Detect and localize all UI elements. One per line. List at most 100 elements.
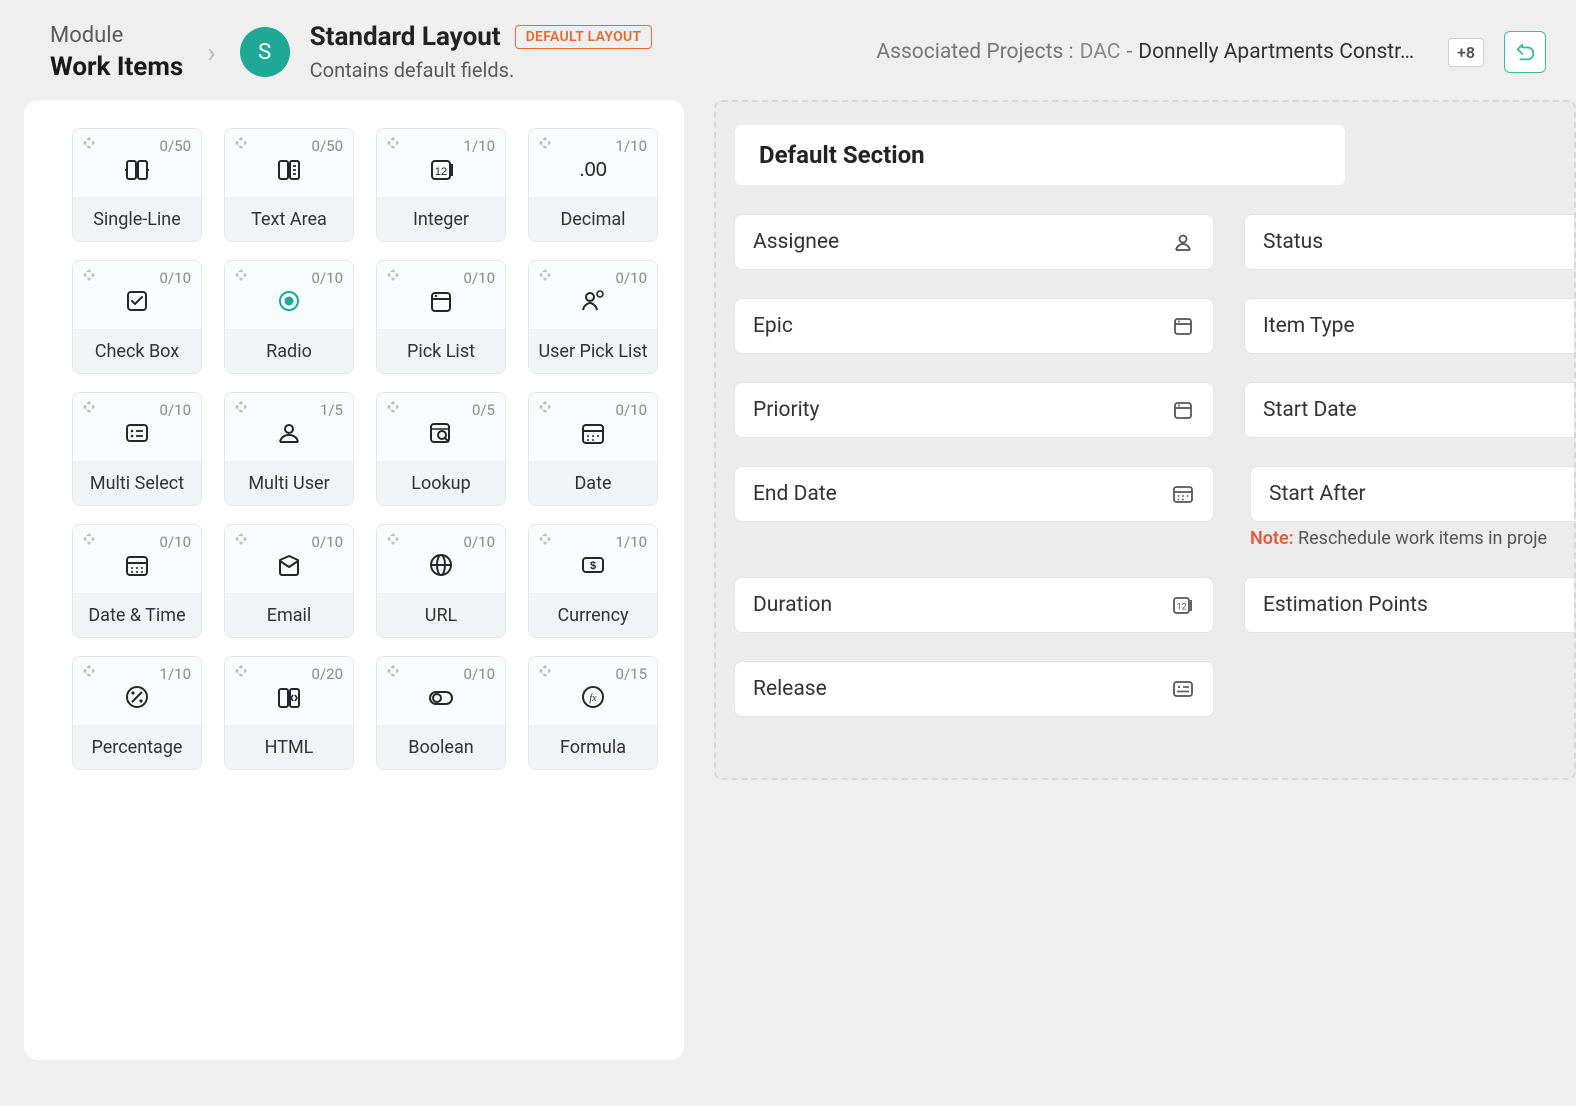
palette-count: 0/10	[312, 533, 343, 551]
field-label: Duration	[753, 593, 832, 617]
decimal-icon	[580, 156, 606, 182]
drag-icon	[233, 135, 249, 151]
palette-decimal[interactable]: 1/10 Decimal	[528, 128, 658, 242]
default-layout-tag: DEFAULT LAYOUT	[515, 25, 653, 49]
avatar-letter: S	[258, 40, 271, 65]
more-projects-badge[interactable]: +8	[1448, 38, 1484, 67]
palette-label: Email	[225, 593, 353, 637]
layout-heading: Standard Layout DEFAULT LAYOUT Contains …	[310, 22, 653, 82]
palette-count: 0/10	[160, 401, 191, 419]
text-area-icon	[276, 156, 302, 182]
palette-count: 1/10	[160, 665, 191, 683]
layout-canvas[interactable]: Default Section Assignee StatusEpic Item…	[714, 100, 1576, 780]
userpick-icon	[580, 288, 606, 314]
palette-radio[interactable]: 0/10 Radio	[224, 260, 354, 374]
palette-count: 0/15	[616, 665, 647, 683]
layout-avatar: S	[240, 27, 290, 77]
palette-label: Text Area	[225, 197, 353, 241]
palette-label: Decimal	[529, 197, 657, 241]
palette-label: Currency	[529, 593, 657, 637]
palette-label: Date	[529, 461, 657, 505]
palette-count: 0/10	[464, 533, 495, 551]
field-duration[interactable]: Duration	[734, 577, 1214, 633]
palette-count: 0/50	[312, 137, 343, 155]
associated-projects[interactable]: Associated Projects : DAC - Donnelly Apa…	[876, 40, 1414, 64]
datetime-icon	[124, 552, 150, 578]
multiuser-icon	[276, 420, 302, 446]
drag-icon	[385, 531, 401, 547]
drag-icon	[233, 663, 249, 679]
field-label: Release	[753, 677, 827, 701]
drag-icon	[81, 663, 97, 679]
drag-icon	[385, 399, 401, 415]
drag-icon	[81, 399, 97, 415]
html-icon	[276, 684, 302, 710]
palette-integer[interactable]: 1/10 Integer	[376, 128, 506, 242]
field-grid: Assignee StatusEpic Item TypePriority St…	[734, 214, 1556, 717]
radio-icon	[276, 288, 302, 314]
field-label: Estimation Points	[1263, 593, 1428, 617]
percent-icon	[124, 684, 150, 710]
email-icon	[276, 552, 302, 578]
field-label: Priority	[753, 398, 819, 422]
field-assignee[interactable]: Assignee	[734, 214, 1214, 270]
field-release[interactable]: Release	[734, 661, 1214, 717]
palette-count: 1/10	[464, 137, 495, 155]
field-note: Note: Reschedule work items in proje	[1250, 528, 1547, 549]
field-estimation-points[interactable]: Estimation Points	[1244, 577, 1576, 633]
palette-user-pick-list[interactable]: 0/10 User Pick List	[528, 260, 658, 374]
palette-count: 0/20	[312, 665, 343, 683]
field-label: Start After	[1269, 482, 1366, 506]
palette-date[interactable]: 0/10 Date	[528, 392, 658, 506]
field-status[interactable]: Status	[1244, 214, 1576, 270]
multiselect-icon	[124, 420, 150, 446]
field-label: Assignee	[753, 230, 839, 254]
palette-html[interactable]: 0/20 HTML	[224, 656, 354, 770]
field-epic[interactable]: Epic	[734, 298, 1214, 354]
field-label: Start Date	[1263, 398, 1357, 422]
palette-label: Date & Time	[73, 593, 201, 637]
palette-currency[interactable]: 1/10 Currency	[528, 524, 658, 638]
card-icon	[1171, 677, 1195, 701]
module-label: Module	[50, 23, 183, 48]
palette-multi-user[interactable]: 1/5 Multi User	[224, 392, 354, 506]
formula-icon	[580, 684, 606, 710]
field-end-date[interactable]: End Date	[734, 466, 1214, 522]
drag-icon	[537, 135, 553, 151]
palette-date-time[interactable]: 0/10 Date & Time	[72, 524, 202, 638]
drag-icon	[537, 663, 553, 679]
palette-boolean[interactable]: 0/10 Boolean	[376, 656, 506, 770]
integer-icon	[428, 156, 454, 182]
field-priority[interactable]: Priority	[734, 382, 1214, 438]
palette-label: Multi User	[225, 461, 353, 505]
undo-icon	[1514, 41, 1536, 63]
drag-icon	[537, 531, 553, 547]
palette-url[interactable]: 0/10 URL	[376, 524, 506, 638]
palette-label: HTML	[225, 725, 353, 769]
palette-email[interactable]: 0/10 Email	[224, 524, 354, 638]
page-header: Module Work Items › S Standard Layout DE…	[0, 0, 1576, 100]
field-palette: 0/50 Single-Line 0/50 Text Area 1/10 Int…	[24, 100, 684, 1060]
drag-icon	[233, 531, 249, 547]
field-start-date[interactable]: Start Date	[1244, 382, 1576, 438]
palette-count: 1/10	[616, 533, 647, 551]
layout-subtitle: Contains default fields.	[310, 58, 653, 82]
palette-label: Multi Select	[73, 461, 201, 505]
palette-lookup[interactable]: 0/5 Lookup	[376, 392, 506, 506]
palette-pick-list[interactable]: 0/10 Pick List	[376, 260, 506, 374]
field-start-after[interactable]: Start After Note: Reschedule work items …	[1244, 466, 1576, 549]
palette-formula[interactable]: 0/15 Formula	[528, 656, 658, 770]
palette-label: User Pick List	[529, 329, 657, 373]
drag-icon	[233, 267, 249, 283]
palette-count: 0/10	[312, 269, 343, 287]
palette-multi-select[interactable]: 0/10 Multi Select	[72, 392, 202, 506]
undo-button[interactable]	[1504, 31, 1546, 73]
field-item-type[interactable]: Item Type	[1244, 298, 1576, 354]
palette-single-line[interactable]: 0/50 Single-Line	[72, 128, 202, 242]
palette-percentage[interactable]: 1/10 Percentage	[72, 656, 202, 770]
checkbox-icon	[124, 288, 150, 314]
palette-check-box[interactable]: 0/10 Check Box	[72, 260, 202, 374]
section-title[interactable]: Default Section	[734, 124, 1346, 186]
palette-text-area[interactable]: 0/50 Text Area	[224, 128, 354, 242]
palette-count: 0/10	[464, 269, 495, 287]
